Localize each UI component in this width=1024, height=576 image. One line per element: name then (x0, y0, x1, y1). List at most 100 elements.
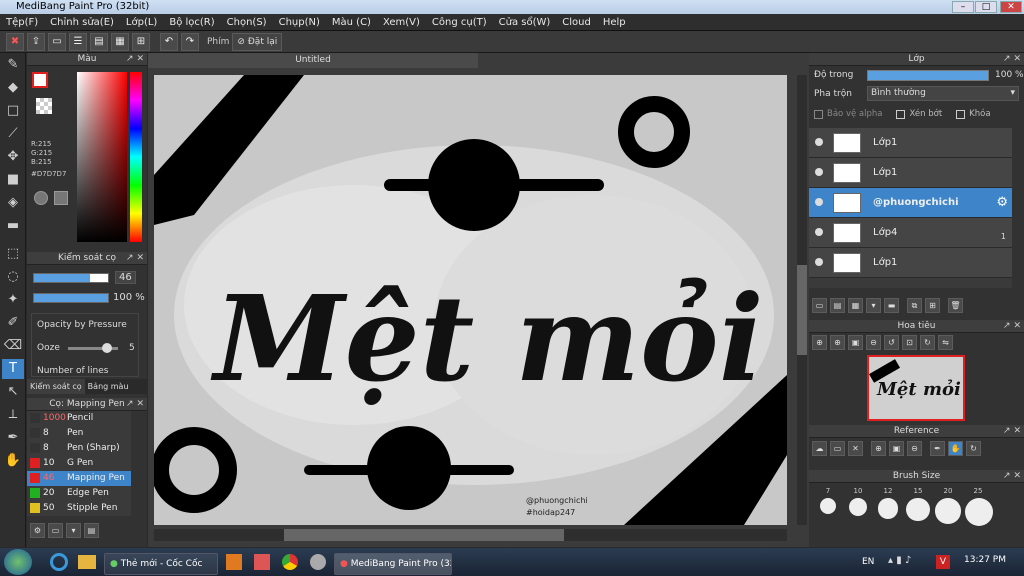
menu-cloud[interactable]: Cloud (556, 14, 597, 31)
rotate-left-icon[interactable]: ↺ (884, 334, 899, 350)
visibility-icon[interactable] (815, 198, 823, 206)
navigator-preview[interactable]: Mệt mỏi (867, 355, 965, 421)
zoom-in-icon-2[interactable]: ⊕ (830, 334, 845, 350)
new-layer-icon[interactable]: ▭ (812, 297, 827, 313)
brush-settings-icon[interactable]: ⚙ (30, 522, 45, 538)
magic-wand-icon[interactable]: ✦ (2, 290, 24, 310)
opacity-slider[interactable] (33, 293, 109, 303)
line-tool-icon[interactable]: ⟋ (2, 124, 24, 144)
panel-close-icon[interactable]: ↗ ✕ (126, 398, 144, 411)
open-folder-icon[interactable]: ▭ (830, 440, 845, 456)
app-icon[interactable] (310, 554, 326, 570)
ie-icon[interactable] (50, 553, 68, 571)
menu-tools[interactable]: Công cụ(T) (426, 14, 493, 31)
brush-item[interactable]: 8 Pen (27, 426, 131, 441)
color-field[interactable] (77, 72, 127, 242)
brush-size-cell[interactable]: 25 (965, 487, 993, 526)
flip-icon[interactable]: ⇋ (938, 334, 953, 350)
clock[interactable]: 13:27 PM (964, 555, 1006, 565)
gradient-tool-icon[interactable]: ▬ (2, 216, 24, 236)
layer-settings-icon[interactable]: ⚙ (996, 195, 1008, 210)
menu-filter[interactable]: Bộ lọc(R) (163, 14, 220, 31)
export-icon[interactable]: ⇪ (27, 32, 45, 51)
grid-icon[interactable]: ▦ (111, 32, 129, 51)
close-reference-icon[interactable]: ✕ (848, 440, 863, 456)
menu-file[interactable]: Tệp(F) (0, 14, 44, 31)
bucket-tool-icon[interactable]: ◈ (2, 193, 24, 213)
palette-settings-icon[interactable] (54, 191, 68, 205)
menu-snap[interactable]: Chụp(N) (273, 14, 326, 31)
maximize-button[interactable]: □ (975, 1, 997, 13)
tray-icons[interactable]: ▴ ▮ ♪ (888, 555, 911, 566)
layer-opacity-slider[interactable] (867, 70, 989, 81)
panel-close-icon[interactable]: ↗ ✕ (1003, 470, 1021, 483)
fill-rect-tool-icon[interactable]: ■ (2, 170, 24, 190)
reference-rotate-icon[interactable]: ↻ (966, 440, 981, 456)
brush-tool-icon[interactable]: ✎ (2, 55, 24, 75)
menu-layer[interactable]: Lớp(L) (120, 14, 163, 31)
reference-fit-icon[interactable]: ▣ (889, 440, 904, 456)
palette-icon[interactable] (34, 191, 48, 205)
divide-tool-icon[interactable]: ⟂ (2, 405, 24, 425)
brush-info-icon[interactable]: ▤ (84, 522, 99, 538)
tab-brush-control[interactable]: Kiểm soát cọ (27, 379, 85, 394)
menu-select[interactable]: Chọn(S) (221, 14, 273, 31)
text-tool-icon[interactable]: T (2, 359, 24, 379)
merge-layer-icon[interactable]: ⊞ (925, 297, 940, 313)
zoom-out-icon[interactable]: ⊖ (866, 334, 881, 350)
brush-item[interactable]: 8 Pen (Sharp) (27, 441, 131, 456)
visibility-icon[interactable] (815, 138, 823, 146)
close-file-button[interactable]: ✖ (6, 32, 24, 51)
brush-menu-icon[interactable]: ▾ (66, 522, 81, 538)
undo-button[interactable]: ↶ (160, 32, 178, 51)
select-pen-icon[interactable]: ✐ (2, 313, 24, 333)
brush-size-cell[interactable]: 12 (875, 487, 901, 519)
reference-hand-icon[interactable]: ✋ (948, 440, 963, 456)
ooze-slider[interactable] (68, 343, 118, 353)
folder-taskbar-icon[interactable] (78, 555, 96, 569)
brush-size-cell[interactable]: 7 (815, 487, 841, 514)
tray-v-icon[interactable]: V (936, 555, 950, 569)
zoom-in-icon[interactable]: ⊕ (812, 334, 827, 350)
delete-layer-icon[interactable]: 🗑 (948, 297, 963, 313)
chrome-icon[interactable] (282, 554, 298, 570)
panel-close-icon[interactable]: ↗ ✕ (126, 53, 144, 66)
reference-eyedropper-icon[interactable]: ✒ (930, 440, 945, 456)
move-tool-icon[interactable]: ✥ (2, 147, 24, 167)
opacity-pressure-label[interactable]: Opacity by Pressure (37, 320, 127, 330)
hand-tool-icon[interactable]: ✋ (2, 451, 24, 471)
taskbar-medibang[interactable]: ● MediBang Paint Pro (32... (334, 552, 452, 575)
primary-color-swatch[interactable] (32, 72, 48, 88)
add-layer-menu-icon[interactable]: ▾ (866, 297, 881, 313)
list-icon[interactable]: ☰ (69, 32, 87, 51)
language-indicator[interactable]: EN (862, 557, 874, 567)
horizontal-scrollbar[interactable] (154, 529, 787, 541)
layer-row[interactable]: Lớp4 1 (809, 218, 1012, 248)
layer-row[interactable]: @phuongchichi ⚙ (809, 188, 1012, 218)
cloud-icon[interactable]: ☁ (812, 440, 827, 456)
lasso-tool-icon[interactable]: ◌ (2, 267, 24, 287)
brush-item[interactable]: 50 Stipple Pen (27, 501, 131, 516)
reset-view-icon[interactable]: ⊡ (902, 334, 917, 350)
layer-row[interactable]: Lớp1 (809, 158, 1012, 188)
select-tool-icon[interactable]: ⬚ (2, 244, 24, 264)
menu-edit[interactable]: Chỉnh sửa(E) (44, 14, 120, 31)
reference-zoom-in-icon[interactable]: ⊕ (871, 440, 886, 456)
visibility-icon[interactable] (815, 168, 823, 176)
menu-window[interactable]: Cửa sổ(W) (493, 14, 557, 31)
select-eraser-icon[interactable]: ⌫ (2, 336, 24, 356)
panel-close-icon[interactable]: ↗ ✕ (126, 252, 144, 265)
size-slider[interactable] (33, 273, 109, 283)
panel-close-icon[interactable]: ↗ ✕ (1003, 53, 1021, 66)
menu-view[interactable]: Xem(V) (377, 14, 426, 31)
canvas[interactable]: Mệt mỏi @phuongchichi #hoidap247 (154, 75, 787, 525)
eyedropper-icon[interactable]: ✒ (2, 428, 24, 448)
eraser-tool-icon[interactable]: ◆ (2, 78, 24, 98)
menu-help[interactable]: Help (597, 14, 632, 31)
minimize-button[interactable]: – (952, 1, 974, 13)
taskbar-coccoc[interactable]: ● Thẻ mới - Cốc Cốc (104, 552, 218, 575)
brush-size-cell[interactable]: 20 (935, 487, 961, 524)
start-button[interactable] (4, 549, 32, 575)
brush-size-cell[interactable]: 10 (845, 487, 871, 517)
operation-tool-icon[interactable]: ↖ (2, 382, 24, 402)
